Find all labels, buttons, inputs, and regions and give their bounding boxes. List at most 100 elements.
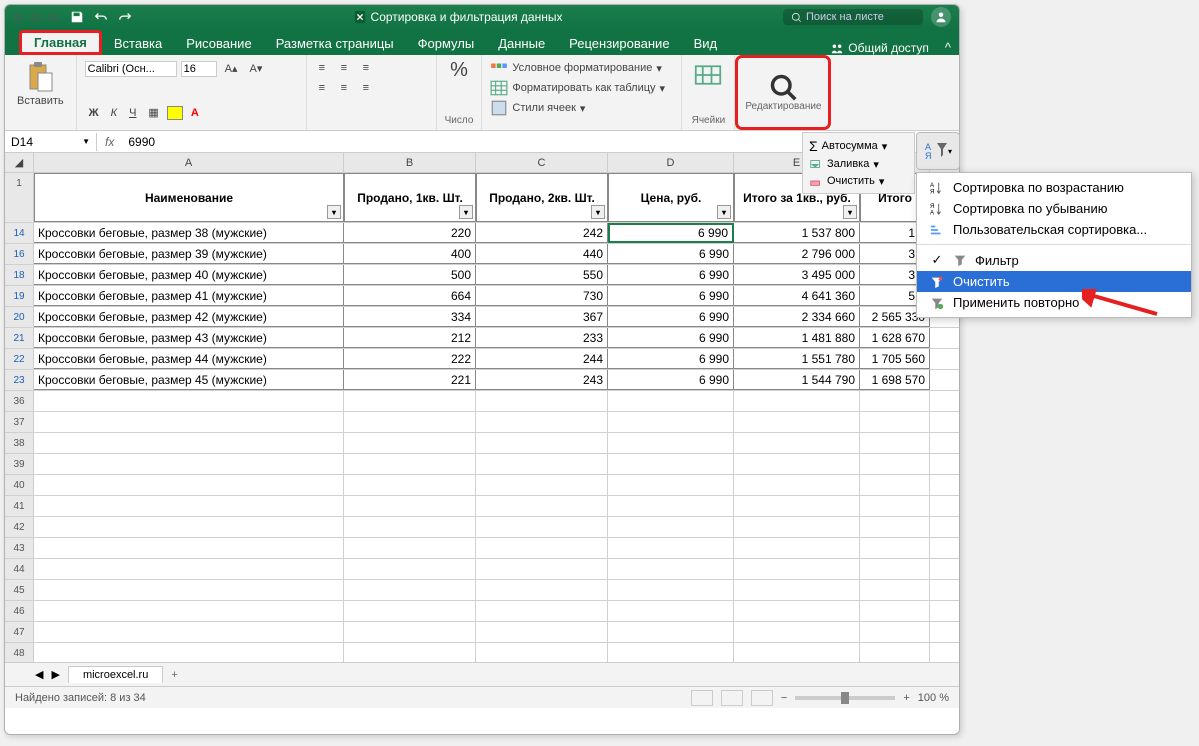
data-cell[interactable]: 440 [476,244,608,264]
empty-cell[interactable] [860,496,930,516]
empty-cell[interactable] [734,580,860,600]
empty-cell[interactable] [608,433,734,453]
empty-cell[interactable] [344,412,476,432]
data-cell[interactable]: 222 [344,349,476,369]
data-cell[interactable]: 243 [476,370,608,390]
font-size-select[interactable] [181,61,217,77]
empty-cell[interactable] [734,475,860,495]
empty-cell[interactable] [860,643,930,662]
empty-cell[interactable] [34,496,344,516]
col-header-b[interactable]: B [344,153,476,172]
row-header[interactable]: 46 [5,601,34,621]
data-cell[interactable]: 1 551 780 [734,349,860,369]
font-color-button[interactable]: А [187,104,203,122]
header-cell[interactable]: Наименование▾ [34,173,344,222]
empty-cell[interactable] [344,580,476,600]
row-header[interactable]: 42 [5,517,34,537]
empty-cell[interactable] [608,391,734,411]
row-header[interactable]: 44 [5,559,34,579]
cells-button[interactable] [690,59,726,91]
clear-button[interactable]: Очистить ▾ [807,173,910,189]
data-cell[interactable]: 6 990 [608,307,734,327]
font-name-select[interactable] [85,61,177,77]
zoom-out-button[interactable]: − [781,692,787,704]
row-header[interactable]: 20 [5,307,34,327]
collapse-ribbon-icon[interactable]: ^ [937,40,959,55]
empty-cell[interactable] [344,496,476,516]
empty-cell[interactable] [734,622,860,642]
empty-cell[interactable] [860,622,930,642]
align-top-icon[interactable]: ≡ [315,59,335,77]
data-cell[interactable]: 2 334 660 [734,307,860,327]
empty-cell[interactable] [860,601,930,621]
align-bottom-icon[interactable]: ≡ [359,59,379,77]
data-cell[interactable]: 367 [476,307,608,327]
empty-cell[interactable] [34,580,344,600]
sheet-nav-next-icon[interactable]: ▶ [51,668,59,681]
data-cell[interactable]: 244 [476,349,608,369]
underline-button[interactable]: Ч [125,104,140,122]
empty-cell[interactable] [608,454,734,474]
empty-cell[interactable] [860,559,930,579]
empty-cell[interactable] [608,643,734,662]
empty-cell[interactable] [608,538,734,558]
data-cell[interactable]: 550 [476,265,608,285]
data-cell[interactable]: 6 990 [608,265,734,285]
row-header[interactable]: 37 [5,412,34,432]
empty-cell[interactable] [34,475,344,495]
data-cell[interactable]: Кроссовки беговые, размер 40 (мужские) [34,265,344,285]
row-header[interactable]: 39 [5,454,34,474]
decrease-font-icon[interactable]: A▾ [246,59,267,78]
empty-cell[interactable] [344,433,476,453]
editing-group[interactable]: Редактирование [735,55,831,130]
increase-font-icon[interactable]: A▴ [221,59,242,78]
col-header-c[interactable]: C [476,153,608,172]
align-left-icon[interactable]: ≡ [315,79,335,97]
empty-cell[interactable] [476,391,608,411]
empty-cell[interactable] [34,538,344,558]
select-all-corner[interactable]: ◢ [5,153,34,172]
empty-cell[interactable] [344,391,476,411]
empty-cell[interactable] [608,559,734,579]
empty-cell[interactable] [34,391,344,411]
empty-cell[interactable] [608,496,734,516]
paste-button[interactable]: Вставить [13,59,68,109]
empty-cell[interactable] [344,454,476,474]
filter-icon[interactable]: ▾ [327,205,341,219]
data-cell[interactable]: 6 990 [608,223,734,243]
name-box[interactable]: D14▼ [5,133,97,151]
empty-cell[interactable] [860,433,930,453]
fill-button[interactable]: Заливка ▾ [807,156,910,172]
row-header[interactable]: 40 [5,475,34,495]
row-header[interactable]: 41 [5,496,34,516]
data-cell[interactable]: 500 [344,265,476,285]
empty-cell[interactable] [476,601,608,621]
empty-cell[interactable] [344,622,476,642]
menu-custom-sort[interactable]: Пользовательская сортировка... [917,219,1191,240]
align-right-icon[interactable]: ≡ [359,79,379,97]
col-header-d[interactable]: D [608,153,734,172]
header-cell[interactable]: Продано, 1кв. Шт.▾ [344,173,476,222]
data-cell[interactable]: 6 990 [608,244,734,264]
empty-cell[interactable] [476,538,608,558]
row-header[interactable]: 36 [5,391,34,411]
data-cell[interactable]: 6 990 [608,328,734,348]
tab-layout[interactable]: Разметка страницы [264,32,406,55]
empty-cell[interactable] [34,433,344,453]
menu-filter[interactable]: ✓Фильтр [917,249,1191,271]
share-button[interactable]: Общий доступ [830,41,929,55]
empty-cell[interactable] [476,412,608,432]
tab-review[interactable]: Рецензирование [557,32,681,55]
border-button[interactable]: ▦ [144,103,162,122]
empty-cell[interactable] [344,601,476,621]
empty-cell[interactable] [734,433,860,453]
data-cell[interactable]: 6 990 [608,286,734,306]
empty-cell[interactable] [608,412,734,432]
data-cell[interactable]: 664 [344,286,476,306]
view-normal-icon[interactable] [691,690,713,706]
fx-icon[interactable]: fx [97,135,122,149]
data-cell[interactable]: 2 796 000 [734,244,860,264]
data-cell[interactable]: 1 628 670 [860,328,930,348]
bold-button[interactable]: Ж [85,104,103,122]
empty-cell[interactable] [34,601,344,621]
